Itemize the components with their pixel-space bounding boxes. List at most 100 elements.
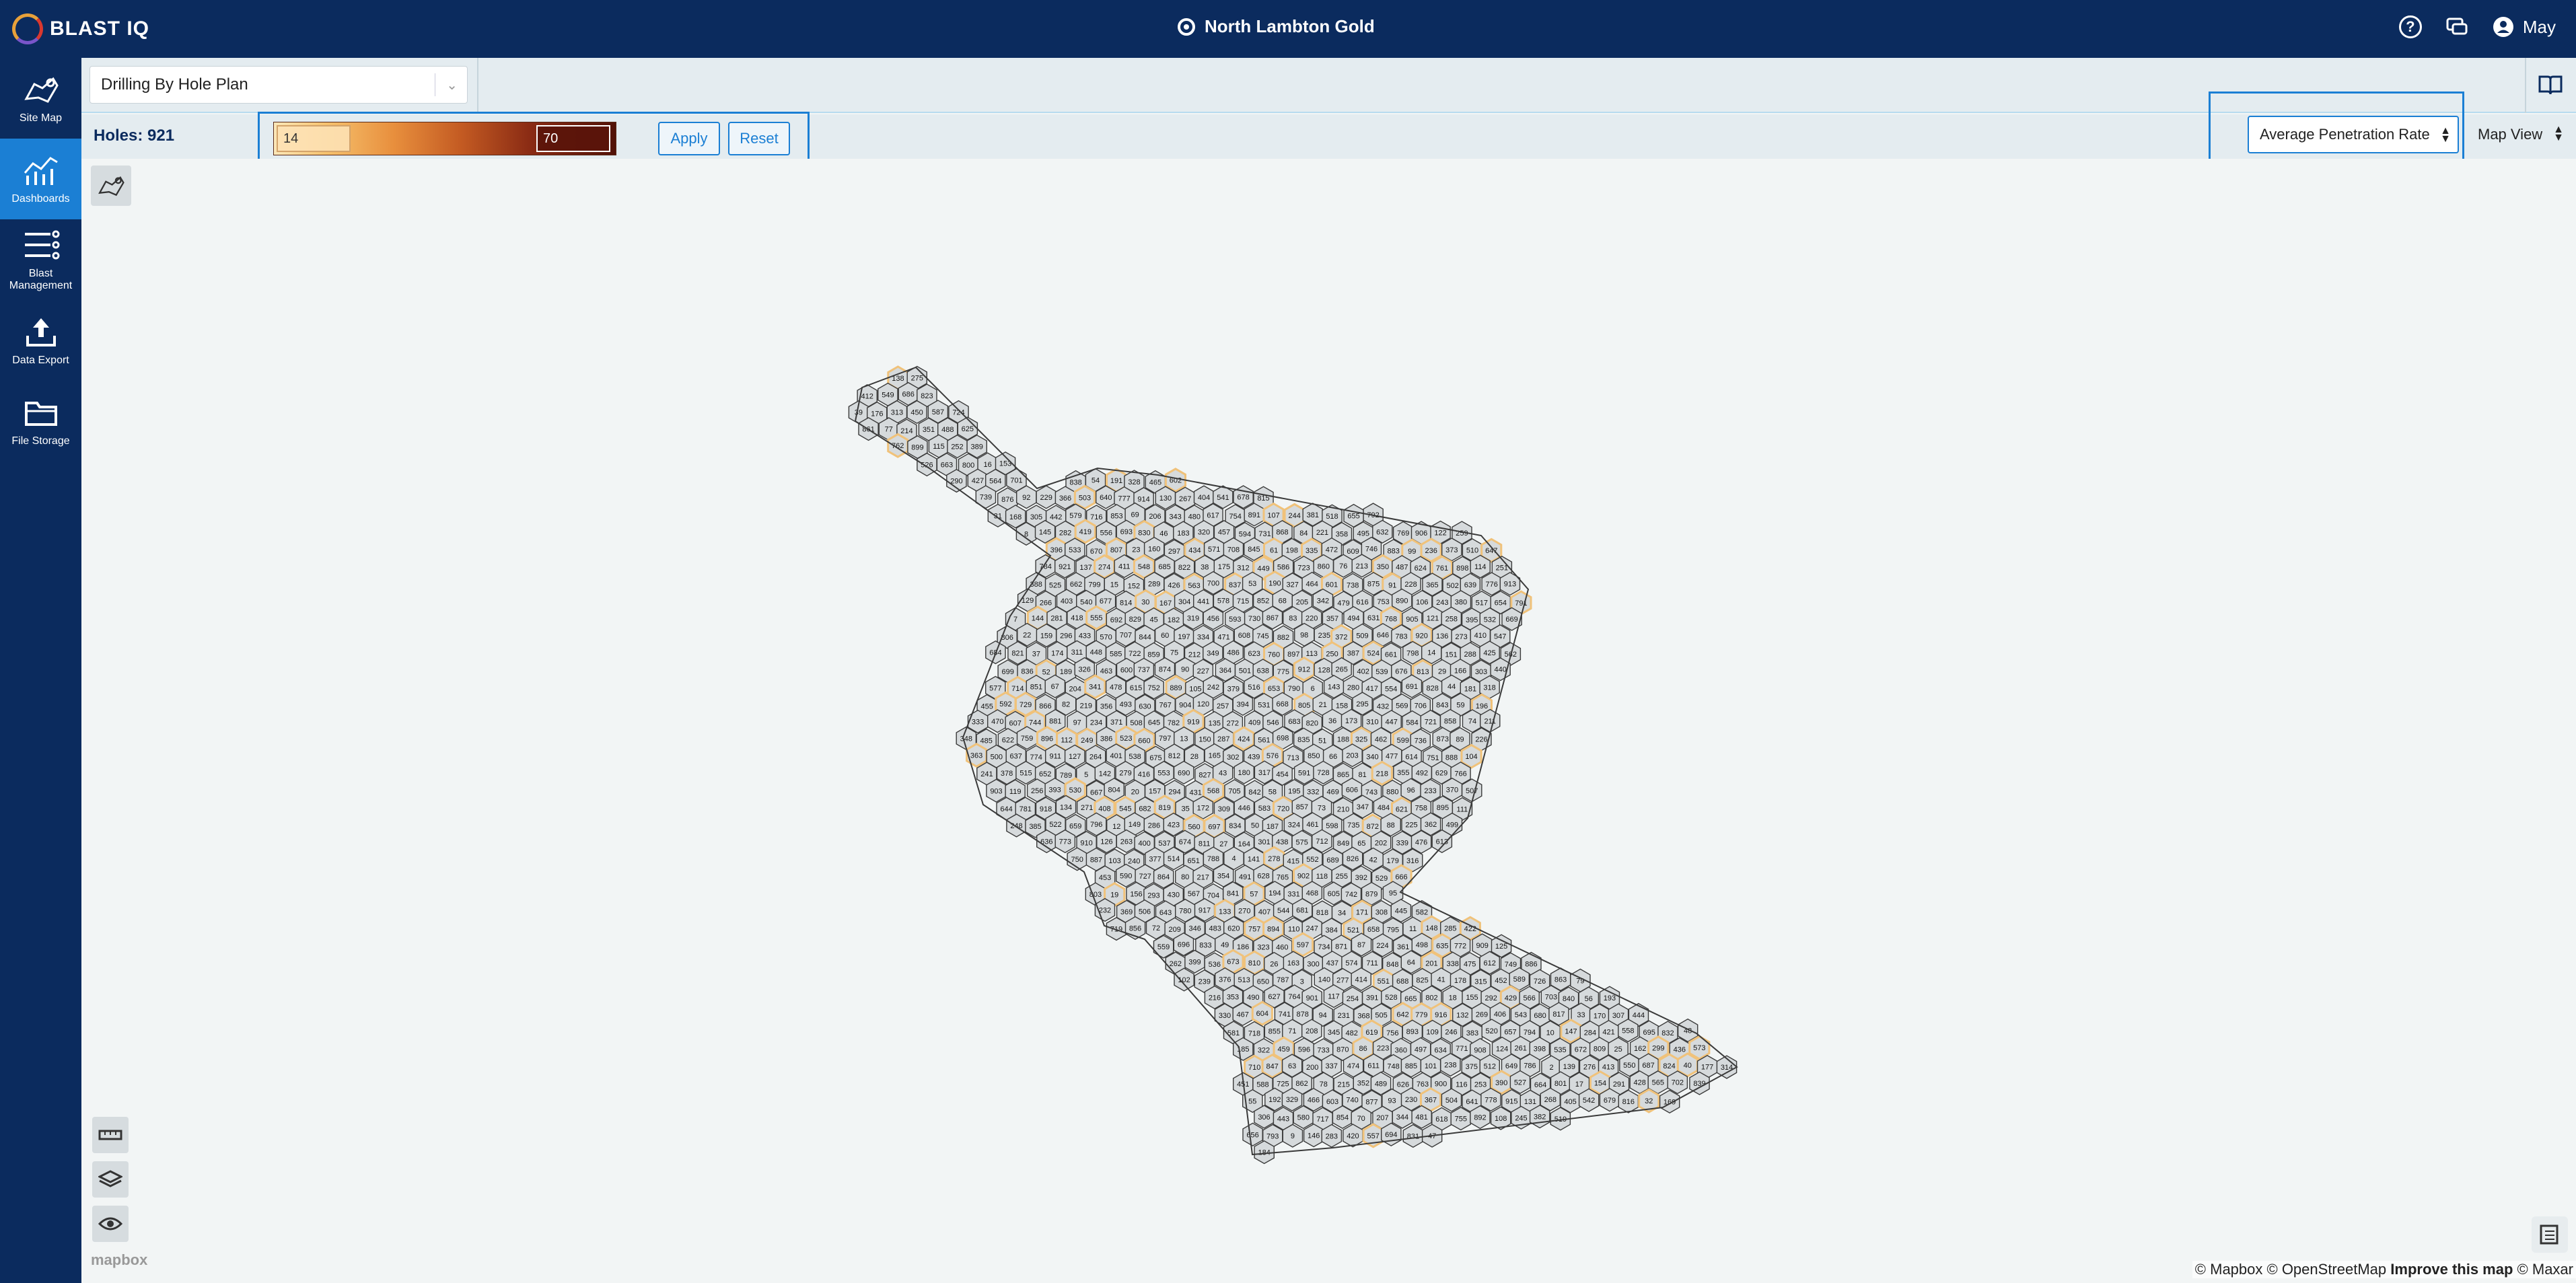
hole-number: 347 — [1357, 803, 1369, 811]
drill-hole-plan[interactable]: 138 275412 549 686 82339 176 313 450 587 724861 77… — [81, 159, 2576, 1283]
hole-number: 837 — [1229, 581, 1241, 589]
hole-number: 517 — [1476, 599, 1488, 608]
hole-number: 538 — [1129, 753, 1141, 761]
hole-number: 197 — [1178, 633, 1190, 641]
hole-number: 688 — [1396, 978, 1408, 986]
hole-number: 442 — [1050, 513, 1062, 521]
visibility-button[interactable] — [92, 1206, 129, 1242]
hole-number: 566 — [1524, 994, 1536, 1002]
hole-number: 11 — [1409, 925, 1417, 933]
hole-number: 345 — [1328, 1029, 1340, 1037]
sidebar-item-dashboards[interactable]: Dashboards — [0, 139, 81, 219]
hole-number: 300 — [1307, 961, 1319, 969]
plan-select[interactable]: Drilling By Hole Plan ⌄ — [90, 66, 468, 104]
metric-select[interactable]: Average Penetration Rate ▲ ▼ — [2248, 116, 2459, 153]
hole-number: 382 — [1534, 1113, 1546, 1122]
hole-number: 182 — [1168, 616, 1180, 624]
hole-number: 503 — [1079, 494, 1091, 502]
chevron-down-icon[interactable]: ⌄ — [435, 73, 458, 96]
hole-number: 752 — [1148, 684, 1160, 692]
hole-number: 812 — [1168, 752, 1180, 760]
open-book-icon[interactable] — [2537, 71, 2564, 98]
hole-number: 900 — [1435, 1080, 1447, 1089]
range-min-input[interactable] — [277, 125, 351, 152]
hole-number: 403 — [1061, 597, 1073, 606]
sidebar-item-file-storage[interactable]: File Storage — [0, 381, 81, 462]
hole-number: 652 — [1039, 770, 1051, 778]
ruler-button[interactable] — [92, 1117, 129, 1153]
hole-number: 147 — [1565, 1028, 1577, 1036]
hole-number: 113 — [1306, 650, 1318, 658]
color-gradient-scale[interactable] — [273, 122, 616, 155]
hole-number: 363 — [970, 752, 982, 760]
hole-number: 594 — [1239, 531, 1251, 539]
user-menu[interactable]: May — [2492, 15, 2556, 38]
sidebar-item-blast-management[interactable]: Blast Management — [0, 219, 81, 300]
hole-number: 264 — [1089, 754, 1102, 762]
hole-number: 821 — [1011, 650, 1024, 658]
hole-number: 516 — [1248, 684, 1260, 692]
hole-number: 766 — [1454, 770, 1466, 778]
hole-number: 802 — [1425, 994, 1437, 1002]
hole-number: 406 — [1494, 1011, 1506, 1019]
hole-number: 44 — [1447, 683, 1456, 691]
hole-number: 712 — [1316, 838, 1328, 846]
hole-number: 416 — [1138, 770, 1150, 778]
location-target-icon — [1178, 17, 1195, 36]
hole-number: 96 — [1406, 786, 1415, 795]
chat-bubble-icon[interactable] — [2445, 15, 2469, 39]
hole-number: 876 — [1001, 496, 1013, 504]
hole-number: 445 — [1395, 908, 1407, 916]
improve-map-link[interactable]: Improve this map — [2390, 1261, 2513, 1278]
site-title[interactable]: North Lambton Gold — [1178, 16, 1375, 37]
hole-number: 407 — [1258, 908, 1271, 916]
hole-number: 667 — [1090, 789, 1102, 797]
hole-number: 868 — [1276, 529, 1288, 537]
hole-number: 61 — [1270, 546, 1278, 554]
hole-number: 591 — [1298, 770, 1310, 778]
hole-number: 625 — [962, 425, 974, 433]
hole-number: 434 — [1188, 547, 1201, 555]
layers-button[interactable] — [92, 1161, 129, 1198]
sidebar-item-data-export[interactable]: Data Export — [0, 300, 81, 381]
question-circle-icon[interactable]: ? — [2398, 15, 2422, 38]
legend-button[interactable] — [2532, 1216, 2568, 1253]
range-max-input[interactable] — [536, 125, 610, 152]
hole-number: 215 — [1338, 1081, 1350, 1089]
hole-number: 484 — [1378, 804, 1390, 812]
hole-number: 433 — [1079, 632, 1091, 640]
hole-number: 91 — [1388, 581, 1396, 589]
hole-number: 758 — [1415, 805, 1427, 813]
hole-number: 243 — [1436, 599, 1448, 607]
hole-number: 840 — [1563, 995, 1575, 1003]
hole-number: 439 — [1248, 754, 1260, 762]
hole-number: 107 — [1267, 511, 1279, 519]
hole-number: 22 — [1023, 631, 1031, 639]
reset-button[interactable]: Reset — [728, 122, 790, 155]
hole-number: 912 — [1298, 666, 1310, 674]
hole-number: 296 — [1060, 632, 1072, 640]
updown-arrows-icon: ▲ ▼ — [2553, 124, 2564, 143]
sidebar-item-site-map[interactable]: Site Map — [0, 58, 81, 139]
hole-number: 914 — [1137, 496, 1149, 504]
hole-number: 641 — [1466, 1098, 1478, 1106]
hole-number: 385 — [1029, 823, 1041, 831]
hole-number: 540 — [1080, 598, 1092, 606]
hole-number: 788 — [1207, 855, 1219, 863]
hole-number: 739 — [980, 494, 992, 502]
hole-number: 424 — [1238, 735, 1250, 743]
mapbox-logo[interactable]: mapbox — [91, 1251, 147, 1269]
view-select[interactable]: Map View ▲ ▼ — [2470, 116, 2571, 153]
hole-number: 80 — [1181, 873, 1189, 881]
site-map-tool-button[interactable] — [91, 166, 131, 206]
map-canvas[interactable]: 138 275 412 549 686 823 39 176 313 450 587 724 861 77… — [81, 159, 2576, 1283]
view-select-value: Map View — [2478, 126, 2543, 143]
blastiq-logo[interactable]: BLAST IQ — [12, 13, 149, 44]
hole-number: 486 — [1227, 649, 1240, 657]
hole-number: 282 — [1059, 529, 1071, 537]
hole-number: 535 — [1554, 1046, 1566, 1054]
hole-number: 886 — [1525, 960, 1537, 968]
hole-cells[interactable]: 138 275412 549 686 82339 176 313 450 587 724861 77… — [848, 365, 1738, 1165]
hole-number: 469 — [1327, 789, 1339, 797]
apply-button[interactable]: Apply — [658, 122, 720, 155]
